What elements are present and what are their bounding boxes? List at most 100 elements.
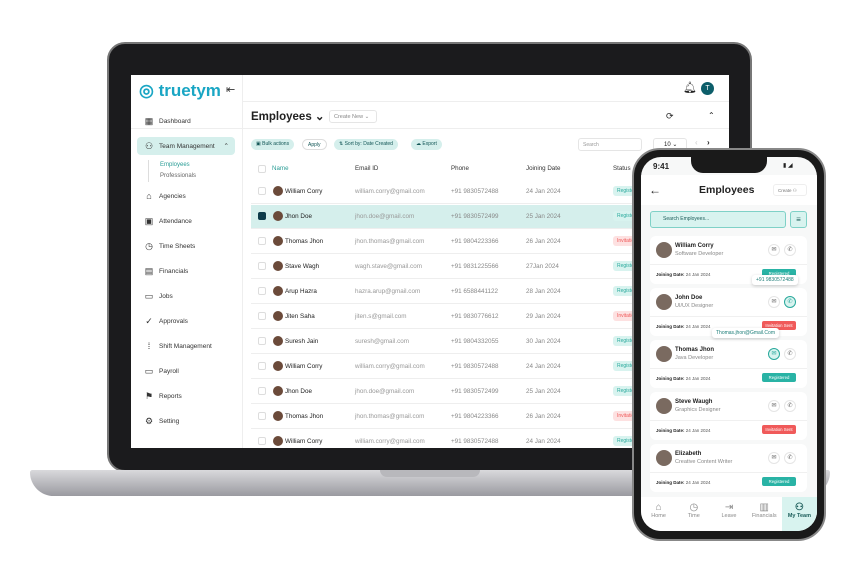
header-name[interactable]: Name — [272, 165, 289, 172]
sidebar-item-jobs[interactable]: ▭ Jobs — [137, 287, 235, 305]
row-checkbox[interactable] — [258, 337, 266, 345]
mail-icon[interactable]: ✉ — [768, 348, 780, 360]
refresh-icon[interactable]: ⟳ — [666, 111, 674, 122]
sidebar-item-label: Approvals — [159, 317, 188, 325]
nav-my-team[interactable]: ⚇ My Team — [781, 497, 817, 531]
sidebar-subitem-professionals[interactable]: Professionals — [160, 173, 196, 179]
row-checkbox[interactable] — [258, 187, 266, 195]
row-checkbox[interactable] — [258, 237, 266, 245]
mail-icon[interactable]: ✉ — [768, 400, 780, 412]
select-all-checkbox[interactable] — [258, 165, 266, 173]
row-checkbox[interactable] — [258, 212, 266, 220]
phone-icon[interactable]: ✆ — [784, 400, 796, 412]
nav-leave[interactable]: ⇥ Leave — [711, 497, 746, 531]
mail-icon[interactable]: ✉ — [768, 452, 780, 464]
back-arrow-icon[interactable]: ← — [649, 183, 661, 197]
sidebar-item-approvals[interactable]: ✓ Approvals — [137, 312, 235, 330]
laptop-notch — [380, 470, 480, 477]
header-joining-date[interactable]: Joining Date — [526, 165, 560, 172]
nav-label: Home — [651, 513, 666, 519]
cell-phone: +91 6588441122 — [451, 288, 498, 295]
top-bar: 🔔︎ T — [243, 75, 729, 102]
sidebar-item-payroll[interactable]: ▭ Payroll — [137, 362, 235, 380]
header-status[interactable]: Status — [613, 165, 631, 172]
create-button[interactable]: Create ⚇ — [773, 184, 807, 196]
chevron-up-icon[interactable]: ⌃ — [708, 111, 715, 120]
row-checkbox[interactable] — [258, 387, 266, 395]
agencies-icon: ⌂ — [146, 191, 152, 201]
row-checkbox[interactable] — [258, 362, 266, 370]
cell-date: 27Jan 2024 — [526, 263, 559, 270]
cell-date: 25 Jan 2024 — [526, 388, 561, 395]
row-checkbox[interactable] — [258, 437, 266, 445]
sidebar-item-shift-management[interactable]: ⁞ Shift Management — [137, 337, 235, 355]
employee-card[interactable]: Thomas Jhon Java Developer ✉ ✆ Joining Date:… — [650, 340, 807, 388]
search-input[interactable]: Search — [578, 138, 642, 151]
bulk-actions-label: Bulk actions — [262, 141, 290, 147]
phone-icon[interactable]: ✆ — [784, 348, 796, 360]
sidebar-item-time-sheets[interactable]: ◷ Time Sheets — [137, 237, 235, 255]
row-checkbox[interactable] — [258, 312, 266, 320]
create-label: Create — [778, 188, 792, 193]
export-button[interactable]: ☁ Export — [411, 139, 442, 150]
joining-label: Joining Date: — [656, 376, 685, 381]
avatar — [273, 386, 283, 396]
sidebar-item-team-management[interactable]: ⚇ Team Management ⌃ — [137, 137, 235, 155]
row-checkbox[interactable] — [258, 287, 266, 295]
approvals-icon: ✓ — [145, 315, 153, 326]
sort-button[interactable]: ⇅ Sort by: Date Created — [334, 139, 398, 150]
cell-name: William Corry — [285, 363, 323, 370]
sidebar-item-label: Team Management — [159, 142, 215, 150]
row-checkbox[interactable] — [258, 262, 266, 270]
divider — [650, 472, 807, 473]
sidebar-item-agencies[interactable]: ⌂ Agencies — [137, 187, 235, 205]
page-title[interactable]: Employees ⌄ — [251, 109, 325, 123]
mail-icon[interactable]: ✉ — [768, 296, 780, 308]
sidebar-item-label: Dashboard — [159, 117, 191, 125]
phone-icon[interactable]: ✆ — [784, 452, 796, 464]
cell-name: Jhon Doe — [285, 388, 312, 395]
employee-search-input[interactable]: Search Employees... — [650, 211, 786, 228]
nav-time[interactable]: ◷ Time — [676, 497, 711, 531]
phone-icon[interactable]: ✆ — [784, 244, 796, 256]
avatar — [656, 398, 672, 414]
cell-name: Stave Wagh — [285, 263, 320, 270]
cell-email: william.corry@gmail.com — [355, 188, 425, 195]
sidebar-item-financials[interactable]: ▤ Financials — [137, 262, 235, 280]
avatar[interactable]: T — [701, 82, 714, 95]
mail-icon[interactable]: ✉ — [768, 244, 780, 256]
employee-role: Software Developer — [675, 251, 724, 257]
collapse-left-icon[interactable]: ⇤ — [226, 83, 235, 96]
sidebar-item-label: Shift Management — [159, 342, 212, 350]
sidebar-item-reports[interactable]: ⚑ Reports — [137, 387, 235, 405]
sidebar-item-label: Payroll — [159, 367, 179, 375]
create-new-dropdown[interactable]: Create New ⌄ — [329, 110, 377, 123]
prev-page-icon[interactable]: ‹ — [695, 138, 698, 147]
nav-financials[interactable]: ▥ Financials — [747, 497, 782, 531]
financials-icon: ▤ — [144, 265, 154, 276]
cell-email: jhon.doe@gmail.com — [355, 213, 415, 220]
battery-icon: ▮ ◢ — [783, 163, 793, 169]
header-phone[interactable]: Phone — [451, 165, 469, 172]
row-checkbox[interactable] — [258, 412, 266, 420]
nav-home[interactable]: ⌂ Home — [641, 497, 676, 531]
setting-icon: ⚙ — [144, 415, 154, 426]
bulk-actions-button[interactable]: ▣ Bulk actions — [251, 139, 295, 150]
next-page-icon[interactable]: › — [707, 138, 710, 147]
cell-phone: +91 9830572499 — [451, 213, 499, 220]
joining-value: 24 Jan 2024 — [685, 272, 711, 277]
phone-icon[interactable]: ✆ — [784, 296, 796, 308]
sidebar-subitem-employees[interactable]: Employees — [160, 162, 190, 168]
sidebar-item-setting[interactable]: ⚙ Setting — [137, 412, 235, 430]
cell-date: 26 Jan 2024 — [526, 238, 561, 245]
avatar — [273, 261, 283, 271]
apply-button[interactable]: Apply — [302, 139, 327, 150]
header-email[interactable]: Email ID — [355, 165, 378, 172]
bell-icon[interactable]: 🔔︎ — [683, 81, 697, 94]
cell-name: William Corry — [285, 438, 323, 445]
filter-icon[interactable]: ≡ — [790, 211, 807, 228]
employee-card[interactable]: Elizabeth Creative Content Writer ✉ ✆ Joinin… — [650, 444, 807, 492]
avatar — [656, 294, 672, 310]
sidebar-item-attendance[interactable]: ▣ Attendance — [137, 212, 235, 230]
employee-card[interactable]: Steve Waugh Graphics Designer ✉ ✆ Joining Da… — [650, 392, 807, 440]
